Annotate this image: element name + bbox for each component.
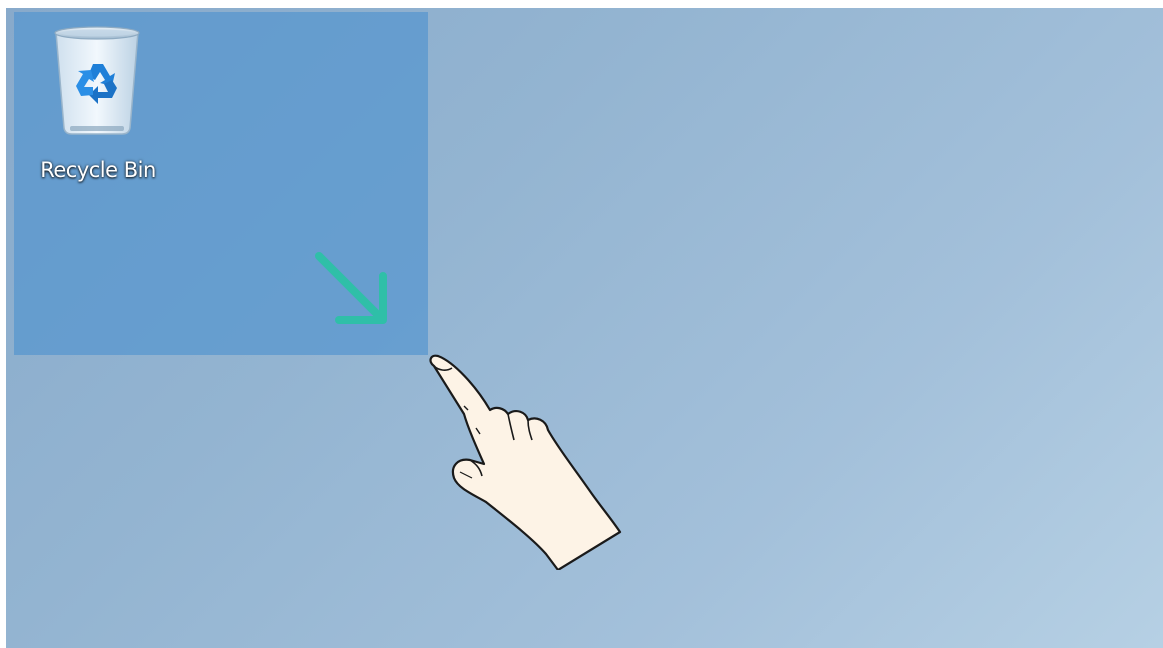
screenshot-frame: Recycle Bin (0, 0, 1163, 648)
recycle-bin-label[interactable]: Recycle Bin (20, 158, 176, 182)
hand-pointer-icon (429, 354, 622, 570)
recycle-bin-icon (54, 26, 140, 135)
arrow-down-right-icon (315, 252, 387, 324)
desktop-icon-recycle-bin[interactable]: Recycle Bin (20, 24, 176, 188)
desktop-background[interactable]: Recycle Bin (6, 8, 1163, 648)
